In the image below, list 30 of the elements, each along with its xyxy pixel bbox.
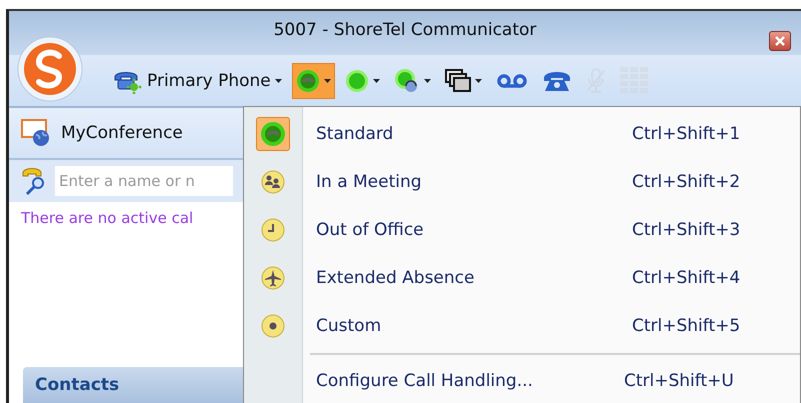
dot-icon — [261, 314, 285, 338]
phone-selector[interactable]: Primary Phone — [109, 62, 286, 98]
status-button[interactable] — [292, 62, 335, 98]
menu-item[interactable]: Custom Ctrl+Shift+5 — [244, 302, 800, 350]
phone-status-icon — [256, 117, 290, 151]
caret-icon — [324, 78, 331, 82]
caret-icon — [274, 78, 282, 82]
empty-calls-message: There are no active cal — [21, 209, 194, 227]
clock-icon — [261, 218, 285, 242]
menu-item[interactable]: Extended Absence Ctrl+Shift+4 — [244, 254, 800, 302]
mute-icon — [586, 68, 606, 94]
menu-item[interactable]: Configure Call Handling... Ctrl+Shift+U — [244, 357, 800, 403]
caret-icon — [372, 78, 380, 82]
close-button[interactable] — [769, 31, 791, 51]
status-dot-icon — [344, 68, 369, 92]
people-icon — [261, 170, 285, 194]
headset-icon — [394, 68, 420, 94]
caret-icon — [424, 78, 431, 82]
phone-status-icon — [296, 68, 320, 92]
caret-icon — [474, 78, 482, 82]
airplane-icon — [261, 266, 285, 290]
search-field[interactable]: Enter a name or n — [55, 166, 233, 196]
menu-item[interactable]: Out of Office Ctrl+Shift+3 — [244, 206, 800, 254]
voicemail-icon — [496, 72, 528, 88]
logo-icon[interactable] — [17, 36, 83, 102]
menu-item[interactable]: In a Meeting Ctrl+Shift+2 — [244, 158, 800, 206]
window-title: 5007 - ShoreTel Communicator — [274, 20, 536, 40]
windows-icon — [444, 68, 471, 92]
close-icon — [774, 35, 786, 47]
phone-icon — [542, 70, 572, 92]
